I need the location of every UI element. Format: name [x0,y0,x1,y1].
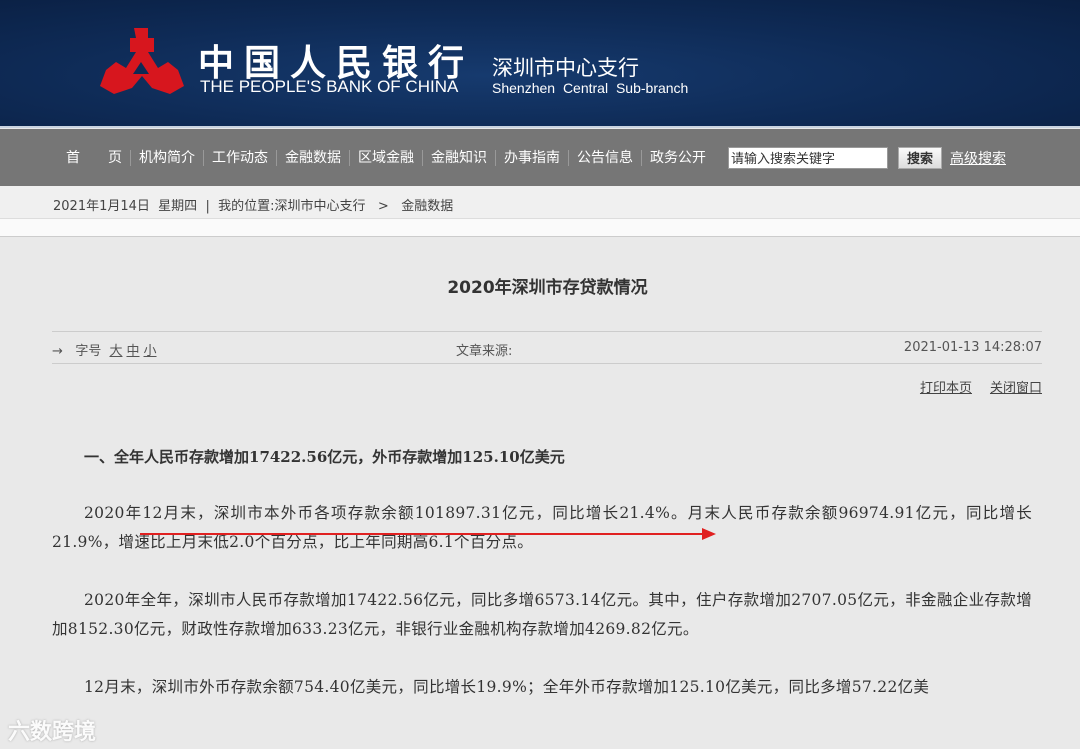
breadcrumb-financial-data[interactable]: 金融数据 [401,199,453,214]
branch-name-en: Shenzhen Central Sub-branch [492,80,689,96]
nav-regional-finance[interactable]: 区域金融 [350,149,423,166]
logo-english-title: THE PEOPLE'S BANK OF CHINA [200,77,459,96]
divider [0,219,1080,237]
site-header: 中国人民银行 THE PEOPLE'S BANK OF CHINA 深圳市中心支… [0,0,1080,128]
paragraph: 12月末，深圳市外币存款余额754.40亿美元，同比增长19.9%；全年外币存款… [84,678,930,696]
location-label: 我的位置: [218,199,275,214]
font-size-medium[interactable]: 中 [126,344,139,359]
print-link[interactable]: 打印本页 [920,381,972,396]
section-heading: 一、全年人民币存款增加17422.56亿元，外币存款增加125.10亿美元 [84,448,565,466]
breadcrumb: 2021年1月14日 星期四 | 我的位置:深圳市中心支行 > 金融数据 [0,186,1080,219]
paragraph: 2020年全年，深圳市人民币存款增加17422.56亿元，同比多增6573.14… [52,591,1032,638]
article-source: 文章来源: [456,344,513,359]
search-button[interactable]: 搜索 [898,146,942,169]
current-date: 2021年1月14日 [53,199,150,214]
article-body: 一、全年人民币存款增加17422.56亿元，外币存款增加125.10亿美元 20… [52,446,1032,731]
article-meta: → 字号 大中小 文章来源: 2021-01-13 14:28:07 [52,331,1042,364]
font-size-label: 字号 [75,344,102,359]
arrow-icon: → [52,344,63,359]
nav-gov-affairs[interactable]: 政务公开 [642,150,714,166]
weekday: 星期四 [158,199,198,214]
breadcrumb-branch[interactable]: 深圳市中心支行 [275,199,366,214]
watermark: 六数跨境 [8,720,97,745]
nav-financial-data[interactable]: 金融数据 [277,149,350,166]
advanced-search-link[interactable]: 高级搜索 [950,148,1006,168]
pboc-logo-icon [100,28,184,94]
article-title: 2020年深圳市存贷款情况 [447,278,648,298]
article-tools: 打印本页 关闭窗口 [902,377,1042,396]
close-window-link[interactable]: 关闭窗口 [990,381,1042,396]
nav-home[interactable]: 首 页 [58,149,131,166]
nav-financial-knowledge[interactable]: 金融知识 [423,149,496,166]
nav-service-guide[interactable]: 办事指南 [496,149,569,166]
search-input[interactable] [728,146,888,169]
main-nav: 首 页 机构简介 工作动态 金融数据 区域金融 金融知识 办事指南 公告信息 政… [0,129,1080,186]
red-underline-arrow-icon [140,528,716,540]
font-size-large[interactable]: 大 [109,344,122,359]
publish-datetime: 2021-01-13 14:28:07 [903,340,1042,355]
nav-work-news[interactable]: 工作动态 [204,149,277,166]
branch-name-cn: 深圳市中心支行 [492,56,639,80]
nav-announcements[interactable]: 公告信息 [569,149,642,166]
breadcrumb-separator: > [377,199,389,214]
nav-about[interactable]: 机构简介 [131,149,204,166]
font-size-small[interactable]: 小 [144,344,157,359]
